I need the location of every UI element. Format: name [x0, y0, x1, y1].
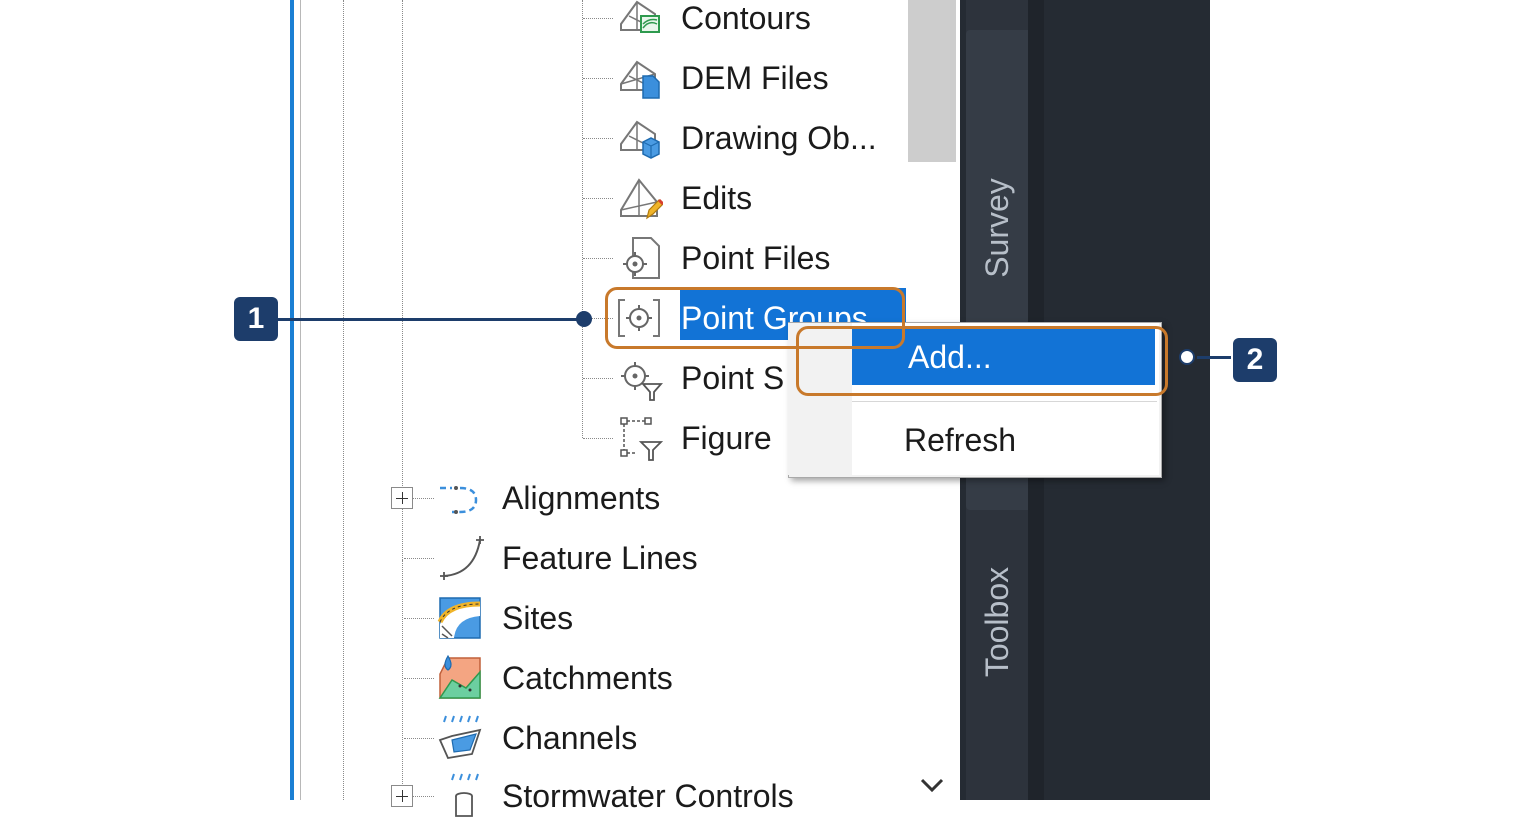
sites-icon [434, 592, 486, 644]
menu-separator [852, 401, 1157, 402]
scrollbar-thumb[interactable] [908, 0, 956, 162]
tree-item-alignments[interactable]: Alignments [434, 472, 660, 524]
tree-item-label: Feature Lines [502, 540, 698, 576]
tree-guide-line [402, 560, 403, 800]
edits-icon [613, 172, 665, 224]
tree-item-label: Drawing Ob... [681, 120, 877, 156]
panel-inner-border [300, 0, 301, 800]
drawing-objects-icon [613, 112, 665, 164]
panel-border [290, 0, 294, 800]
catchments-icon [434, 652, 486, 704]
tree-item-label: Point S [681, 360, 785, 396]
tree-item-edits[interactable]: Edits [613, 172, 752, 224]
tree-item-figure[interactable]: Figure [613, 412, 772, 464]
tree-guide-line [582, 0, 583, 438]
tree-item-channels[interactable]: Channels [434, 712, 637, 764]
tree-item-label: Channels [502, 720, 638, 756]
tree-item-label: Catchments [502, 660, 673, 696]
tree-item-catchments[interactable]: Catchments [434, 652, 673, 704]
tree-item-label: DEM Files [681, 60, 829, 96]
callout-dot-2 [1179, 349, 1195, 365]
tree-item-drawing-objects[interactable]: Drawing Ob... [613, 112, 877, 164]
tree-connector [583, 138, 613, 139]
expand-alignments-toggle[interactable] [391, 487, 413, 509]
tree-item-stormwater-controls[interactable]: Stormwater Controls [434, 770, 794, 822]
callout-badge-1: 1 [234, 297, 278, 341]
tree-item-point-surveys[interactable]: Point S [613, 352, 784, 404]
tree-connector [404, 558, 434, 559]
tree-item-label: Edits [681, 180, 753, 216]
callout-outline-add [796, 326, 1168, 396]
tree-guide-line [402, 0, 403, 560]
tree-item-label: Figure [681, 420, 772, 456]
tree-item-label: Contours [681, 0, 811, 36]
tree-connector [404, 618, 434, 619]
tree-item-feature-lines[interactable]: Feature Lines [434, 532, 698, 584]
tree-connector [583, 438, 613, 439]
tree-connector [583, 258, 613, 259]
point-surveys-icon [613, 352, 665, 404]
expand-stormwater-controls-toggle[interactable] [391, 785, 413, 807]
tree-connector [583, 198, 613, 199]
tree-item-label: Point Files [681, 240, 831, 276]
callout-badge-2: 2 [1233, 338, 1277, 382]
callout-leader-2 [1197, 356, 1231, 359]
tree-connector [583, 78, 613, 79]
tree-item-label: Stormwater Controls [502, 778, 794, 814]
tree-connector [583, 378, 613, 379]
tree-item-sites[interactable]: Sites [434, 592, 573, 644]
channels-icon [434, 712, 486, 764]
tree-guide-line [343, 0, 344, 800]
callout-dot-1 [576, 311, 592, 327]
callout-leader-1 [278, 318, 578, 321]
tree-connector [404, 678, 434, 679]
tab-toolbox[interactable]: Toolbox [977, 552, 1017, 692]
tree-item-label: Sites [502, 600, 574, 636]
tree-item-contours[interactable]: Contours [613, 0, 811, 44]
tab-survey-label: Survey [979, 178, 1015, 278]
contours-icon [613, 0, 665, 44]
figure-icon [613, 412, 665, 464]
point-files-icon [613, 232, 665, 284]
stormwater-controls-icon [434, 770, 486, 822]
tree-connector [404, 738, 434, 739]
tree-item-dem-files[interactable]: DEM Files [613, 52, 829, 104]
scroll-down-arrow-icon[interactable] [918, 774, 946, 800]
menu-item-refresh[interactable]: Refresh [904, 414, 1016, 466]
alignments-icon [434, 472, 486, 524]
tree-connector [583, 18, 613, 19]
tree-item-label: Alignments [502, 480, 661, 516]
tree-item-point-files[interactable]: Point Files [613, 232, 830, 284]
feature-lines-icon [434, 532, 486, 584]
dem-files-icon [613, 52, 665, 104]
